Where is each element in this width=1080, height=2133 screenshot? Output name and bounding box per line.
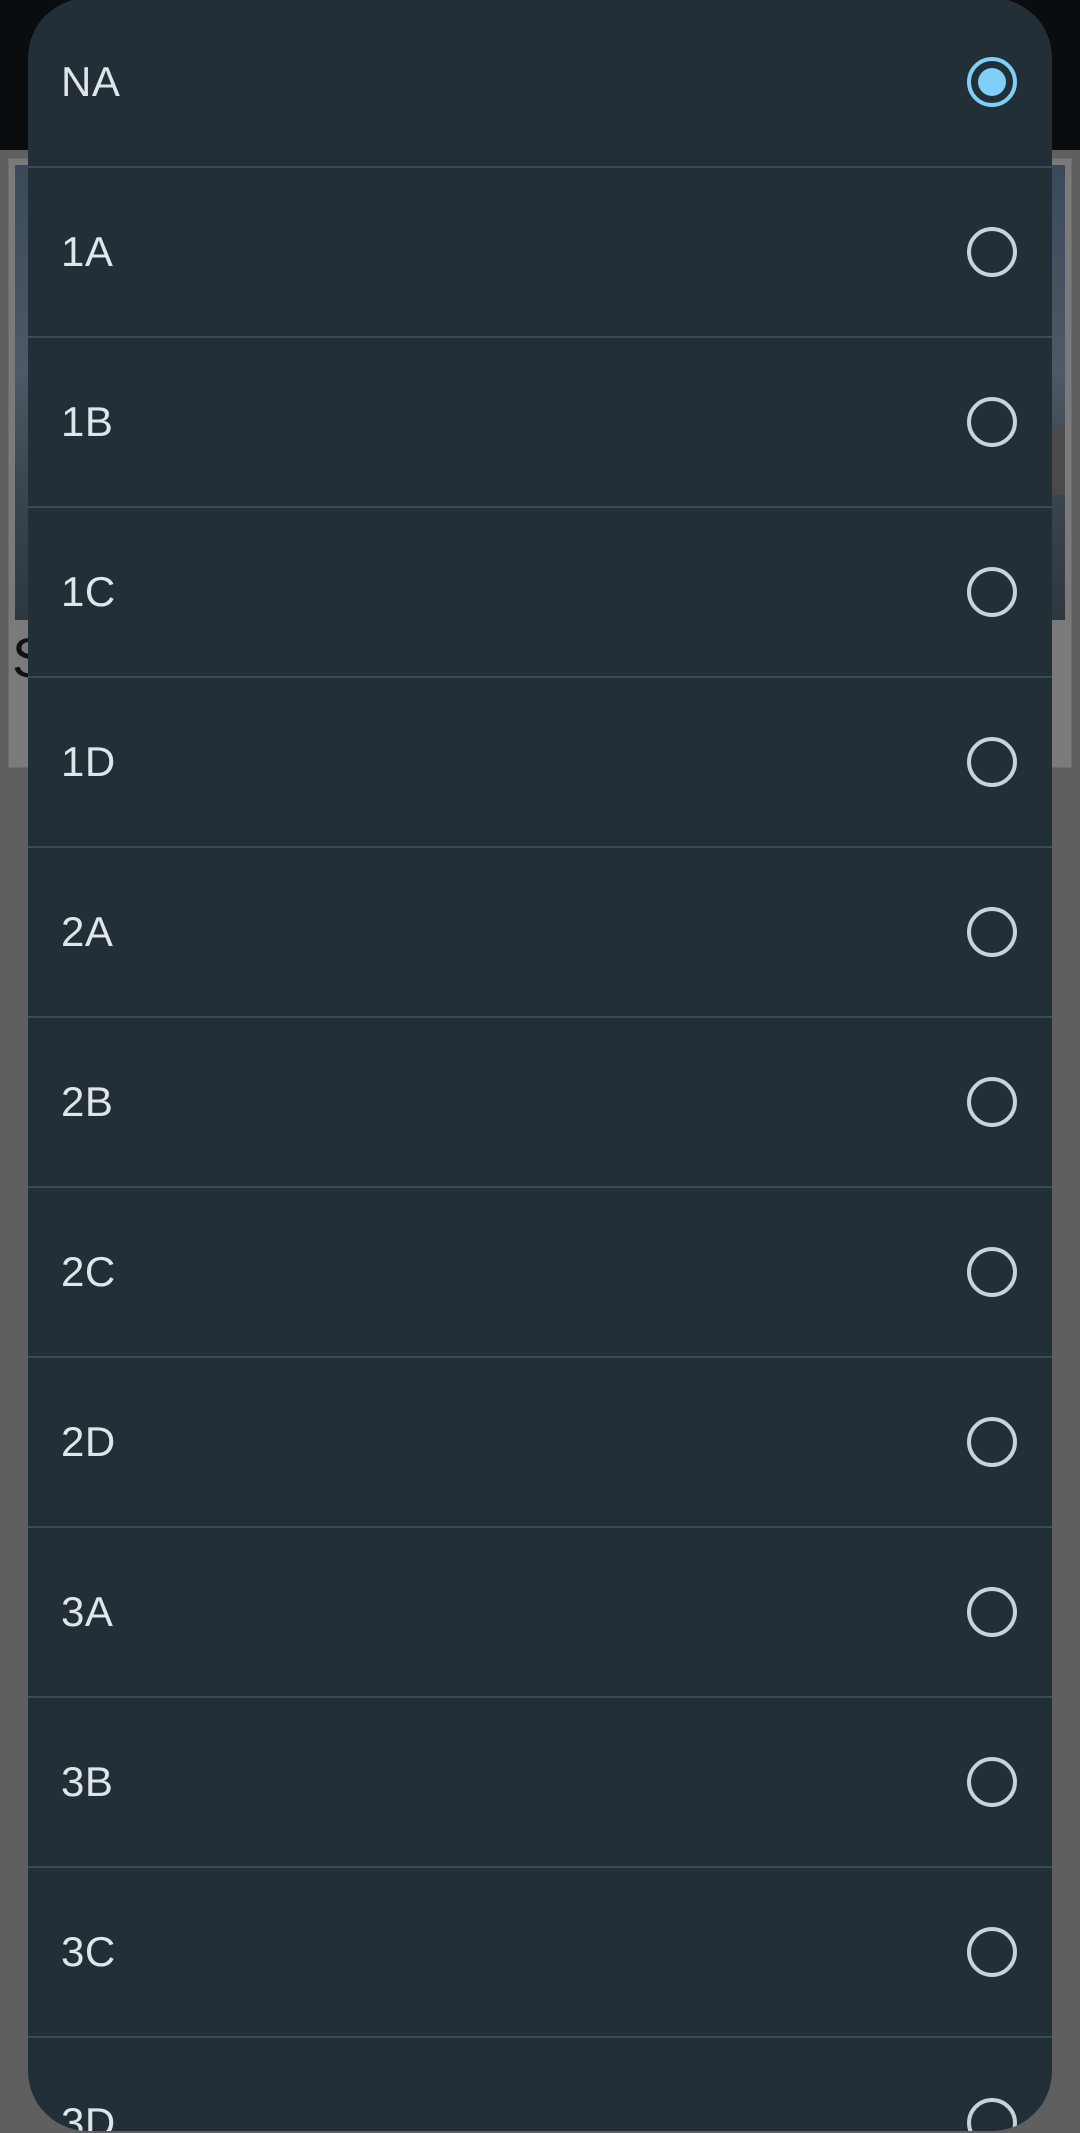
option-2a[interactable]: 2A <box>28 848 1052 1018</box>
option-1d[interactable]: 1D <box>28 678 1052 848</box>
option-label: 3A <box>61 1588 114 1635</box>
radio-unselected-icon[interactable] <box>966 1756 1018 1808</box>
option-na[interactable]: NA <box>28 0 1052 168</box>
option-3c[interactable]: 3C <box>28 1868 1052 2038</box>
radio-unselected-icon[interactable] <box>966 1416 1018 1468</box>
radio-unselected-icon[interactable] <box>966 2097 1018 2131</box>
option-label: 2B <box>61 1078 114 1125</box>
option-label: 2A <box>61 908 114 955</box>
option-3a[interactable]: 3A <box>28 1528 1052 1698</box>
option-label: 1C <box>61 568 116 615</box>
radio-unselected-icon[interactable] <box>966 1926 1018 1978</box>
option-1b[interactable]: 1B <box>28 338 1052 508</box>
radio-selected-icon[interactable] <box>966 56 1018 108</box>
radio-unselected-icon[interactable] <box>966 906 1018 958</box>
radio-unselected-icon[interactable] <box>966 1076 1018 1128</box>
option-label: 1B <box>61 398 114 445</box>
option-1a[interactable]: 1A <box>28 168 1052 338</box>
option-label: 3B <box>61 1758 114 1805</box>
radio-unselected-icon[interactable] <box>966 566 1018 618</box>
option-2c[interactable]: 2C <box>28 1188 1052 1358</box>
option-label: 3D <box>61 2099 116 2131</box>
option-3d[interactable]: 3D <box>28 2038 1052 2131</box>
radio-unselected-icon[interactable] <box>966 1586 1018 1638</box>
option-label: 1A <box>61 228 114 275</box>
option-1c[interactable]: 1C <box>28 508 1052 678</box>
option-list-dialog: NA 1A 1B 1C 1D 2A 2B 2C 2D 3A 3B 3C 3D <box>28 0 1052 2131</box>
option-2d[interactable]: 2D <box>28 1358 1052 1528</box>
option-3b[interactable]: 3B <box>28 1698 1052 1868</box>
option-label: 2D <box>61 1418 116 1465</box>
option-label: NA <box>61 58 121 105</box>
radio-unselected-icon[interactable] <box>966 1246 1018 1298</box>
radio-unselected-icon[interactable] <box>966 226 1018 278</box>
option-label: 2C <box>61 1248 116 1295</box>
option-2b[interactable]: 2B <box>28 1018 1052 1188</box>
radio-unselected-icon[interactable] <box>966 736 1018 788</box>
option-label: 1D <box>61 738 116 785</box>
option-label: 3C <box>61 1928 116 1975</box>
radio-unselected-icon[interactable] <box>966 396 1018 448</box>
